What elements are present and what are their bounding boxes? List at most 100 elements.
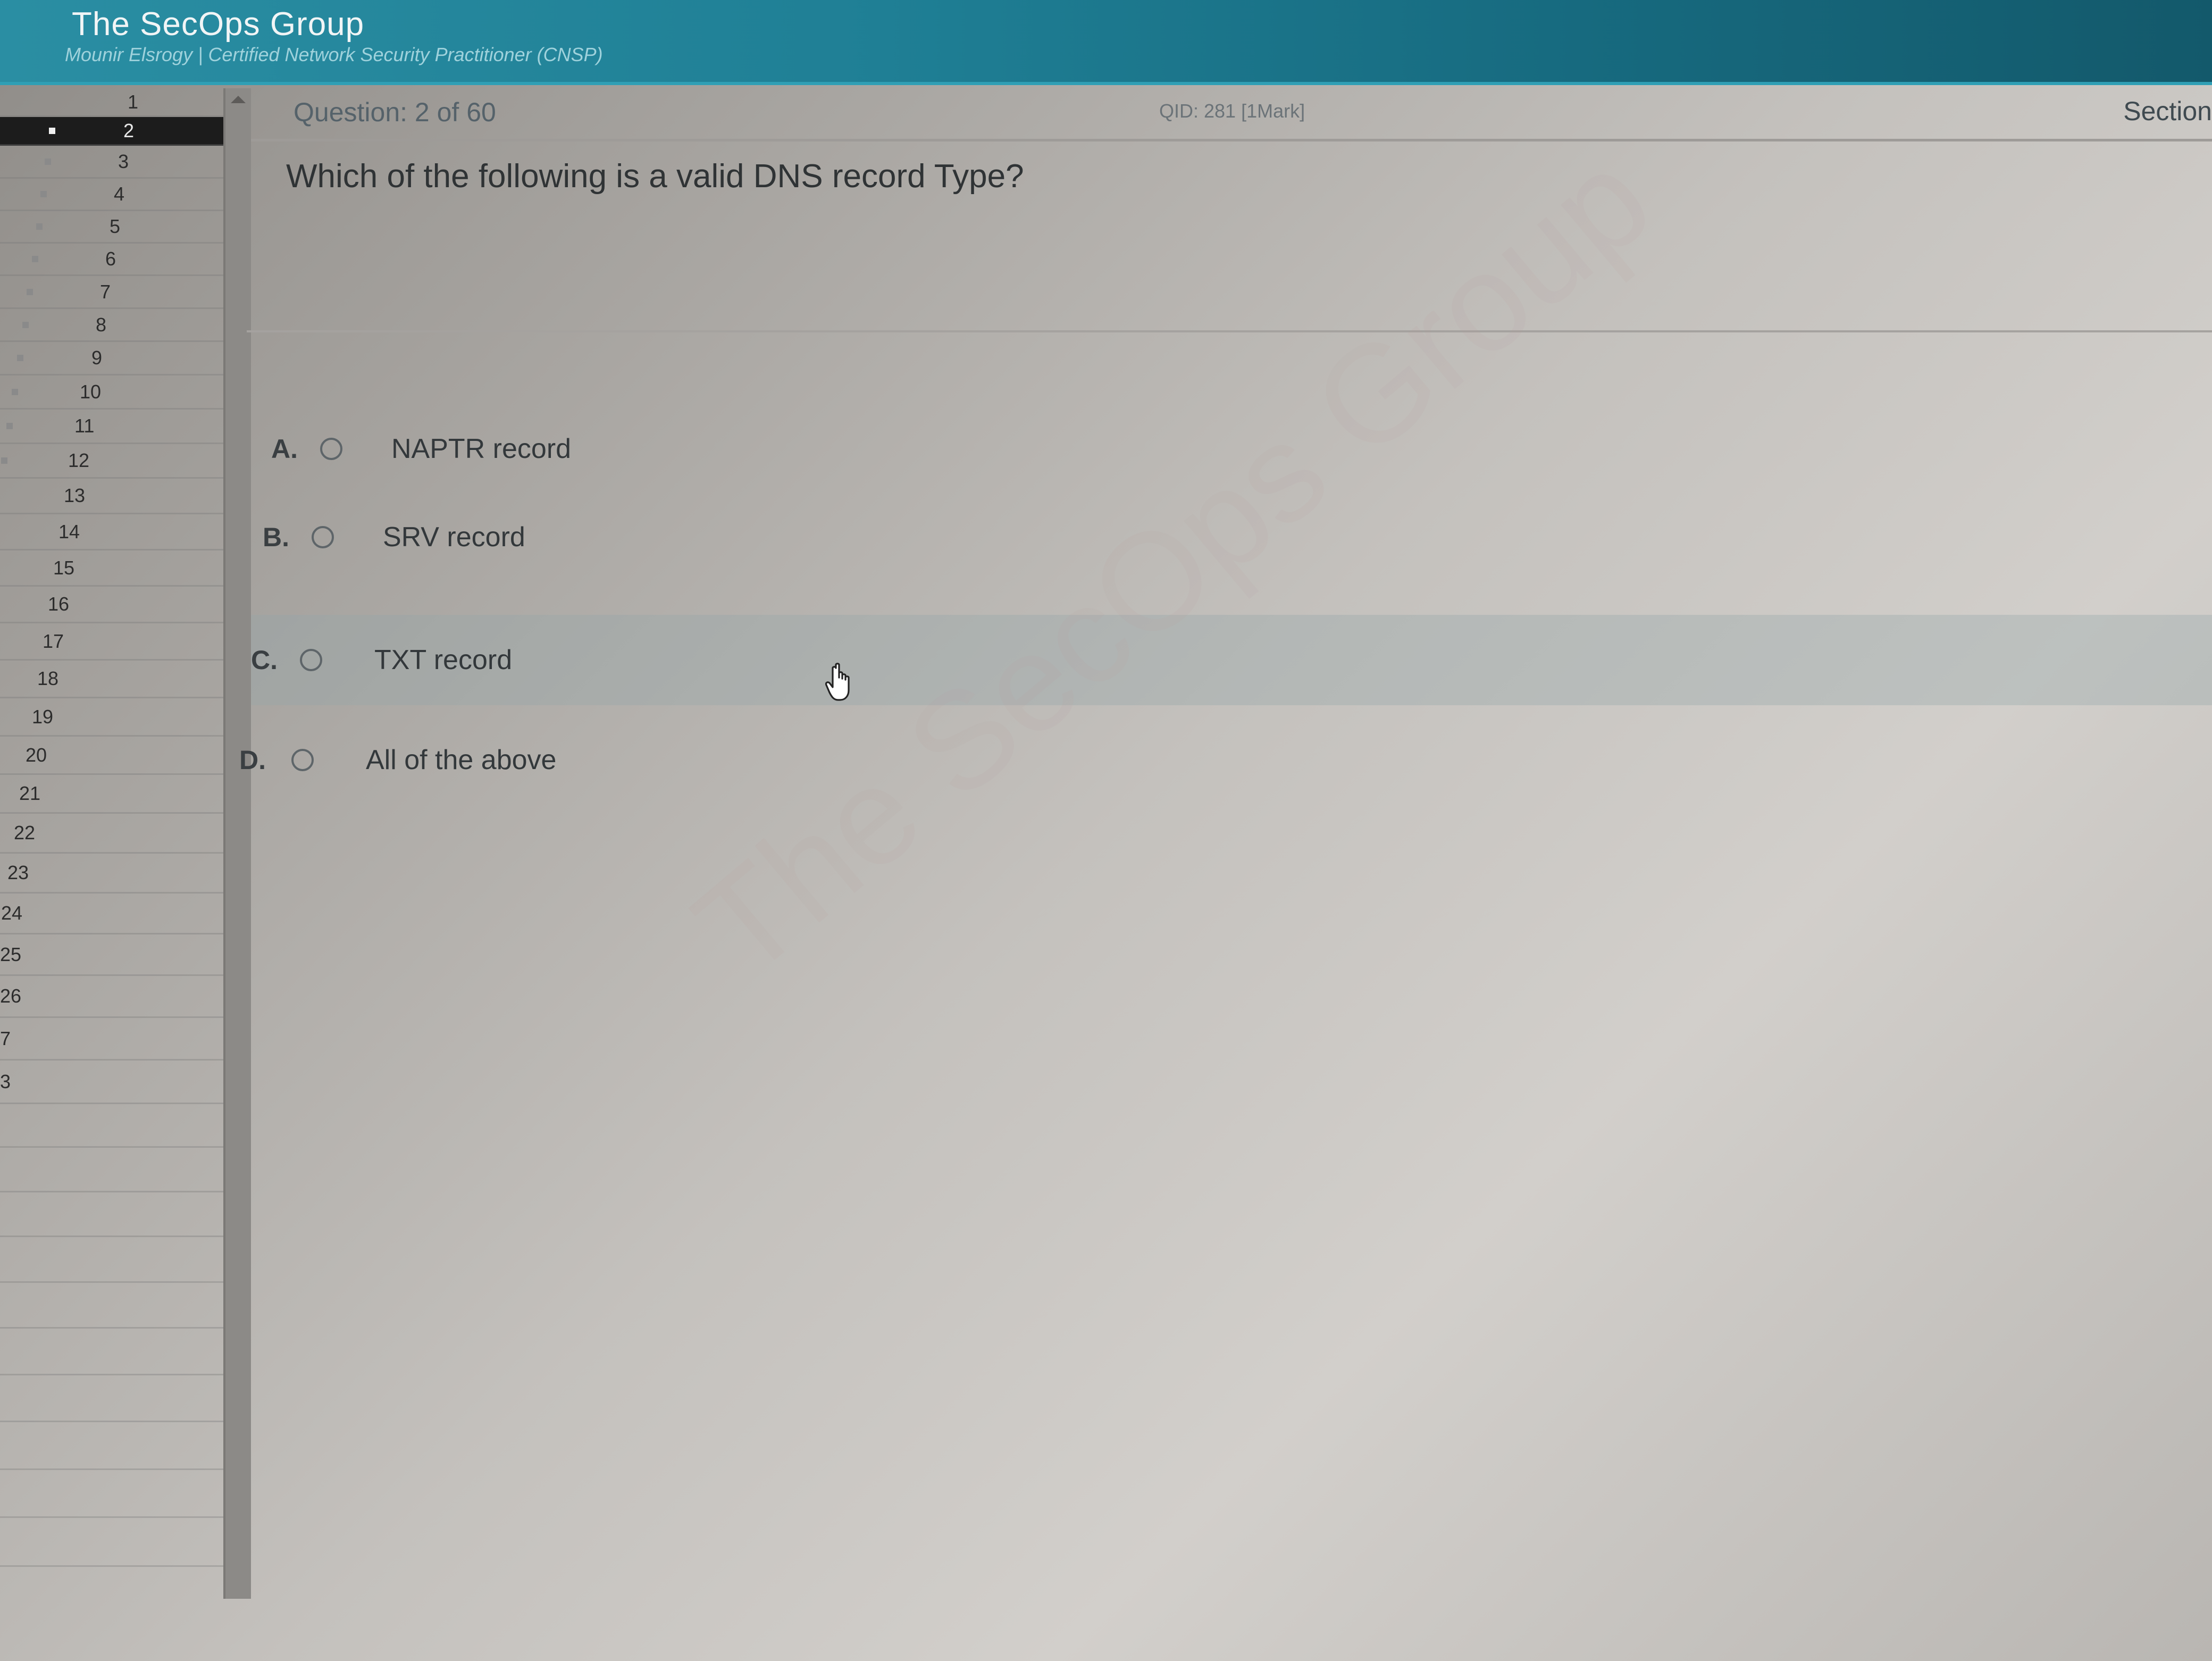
nav-item-label: 10 <box>80 380 102 403</box>
nav-item-10[interactable]: 10 <box>0 375 223 410</box>
unanswered-marker-icon <box>6 423 13 429</box>
app-header: The SecOps Group Mounir Elsrogy | Certif… <box>0 0 2212 85</box>
option-letter: C. <box>251 645 278 675</box>
nav-item-3[interactable]: 3 <box>0 146 223 179</box>
scroll-up-arrow-icon[interactable] <box>231 96 246 103</box>
unanswered-marker-icon <box>17 355 23 361</box>
radio-button-icon[interactable] <box>300 649 322 671</box>
nav-item-22[interactable]: 22 <box>0 814 223 854</box>
nav-item-17[interactable]: 17 <box>0 623 223 661</box>
nav-item-label: 11 <box>74 415 95 437</box>
nav-item-empty[interactable] <box>0 1283 223 1329</box>
question-toolbar: Question: 2 of 60 QID: 281 [1Mark] Secti… <box>251 88 2212 141</box>
nav-item-label: 4 <box>114 183 125 205</box>
question-text: Which of the following is a valid DNS re… <box>286 158 1024 195</box>
nav-item-4[interactable]: 4 <box>0 179 223 211</box>
nav-item-25[interactable]: 25 <box>0 934 223 976</box>
unanswered-marker-icon <box>1 457 7 464</box>
option-text: SRV record <box>383 522 525 553</box>
nav-item-label: 6 <box>105 248 116 270</box>
nav-item-label: 17 <box>43 630 64 652</box>
unanswered-marker-icon <box>27 288 33 295</box>
nav-item-23[interactable]: 23 <box>0 854 223 894</box>
option-d[interactable]: D. All of the above <box>239 672 2212 848</box>
question-divider <box>247 330 2212 332</box>
hand-pointer-icon <box>825 663 850 701</box>
option-letter: B. <box>263 522 289 552</box>
nav-item-label: 9 <box>91 347 103 369</box>
nav-item-5[interactable]: 5 <box>0 211 223 244</box>
exam-window: The SecOps Group Mounir Elsrogy | Certif… <box>0 0 2212 1661</box>
nav-item-label: 14 <box>58 520 80 542</box>
nav-item-empty[interactable] <box>0 1148 223 1192</box>
nav-item-27[interactable]: 7 <box>0 1018 223 1061</box>
nav-item-empty[interactable] <box>0 1329 223 1375</box>
question-navigator: 1 2 3 4 5 6 7 8 9 10 11 12 13 14 15 16 1… <box>0 88 229 1599</box>
nav-item-6[interactable]: 6 <box>0 244 223 276</box>
nav-item-label: 3 <box>0 1070 11 1092</box>
option-text: All of the above <box>366 745 557 775</box>
unanswered-marker-icon <box>22 321 29 328</box>
nav-item-empty[interactable] <box>0 1518 223 1567</box>
nav-item-label: 18 <box>37 667 59 689</box>
question-id: QID: 281 [1Mark] <box>1159 100 1305 122</box>
nav-item-12[interactable]: 12 <box>0 444 223 479</box>
nav-item-empty[interactable] <box>0 1470 223 1518</box>
nav-item-label: 16 <box>48 593 70 615</box>
nav-item-19[interactable]: 19 <box>0 698 223 737</box>
nav-item-empty[interactable] <box>0 1104 223 1148</box>
nav-item-label: 3 <box>118 150 129 172</box>
nav-item-empty[interactable] <box>0 1422 223 1470</box>
nav-item-18[interactable]: 18 <box>0 661 223 698</box>
nav-item-label: 13 <box>64 485 86 506</box>
unanswered-marker-icon <box>32 256 38 262</box>
question-panel: Question: 2 of 60 QID: 281 [1Mark] Secti… <box>239 88 2212 1661</box>
nav-item-label: 25 <box>0 943 22 965</box>
nav-item-label: 22 <box>14 822 36 844</box>
option-letter: A. <box>271 434 298 464</box>
radio-button-icon[interactable] <box>291 749 314 771</box>
nav-item-8[interactable]: 8 <box>0 309 223 342</box>
nav-item-21[interactable]: 21 <box>0 775 223 814</box>
section-label[interactable]: Section <box>2123 96 2212 127</box>
nav-item-7[interactable]: 7 <box>0 276 223 309</box>
unanswered-marker-icon <box>45 158 51 165</box>
question-counter: Question: 2 of 60 <box>294 97 496 127</box>
nav-item-label: 26 <box>0 985 22 1007</box>
nav-item-label: 5 <box>110 215 121 237</box>
nav-item-label: 7 <box>100 280 111 303</box>
nav-item-label: 23 <box>7 862 29 883</box>
nav-item-label: 8 <box>96 313 107 336</box>
candidate-subtitle: Mounir Elsrogy | Certified Network Secur… <box>65 44 603 65</box>
nav-item-28[interactable]: 3 <box>0 1061 223 1104</box>
nav-item-14[interactable]: 14 <box>0 514 223 550</box>
nav-item-24[interactable]: 24 <box>0 894 223 934</box>
nav-item-15[interactable]: 15 <box>0 550 223 587</box>
nav-item-13[interactable]: 13 <box>0 479 223 514</box>
nav-item-label: 21 <box>19 782 41 804</box>
nav-item-label: 7 <box>0 1027 11 1049</box>
navigator-scrollbar[interactable] <box>223 88 251 1599</box>
nav-item-empty[interactable] <box>0 1237 223 1283</box>
radio-button-icon[interactable] <box>320 438 342 460</box>
nav-item-label: 20 <box>26 744 47 766</box>
nav-item-2[interactable]: 2 <box>0 117 223 146</box>
option-text: TXT record <box>374 645 513 675</box>
nav-item-1[interactable]: 1 <box>0 88 223 117</box>
unanswered-marker-icon <box>40 191 47 197</box>
nav-item-11[interactable]: 11 <box>0 410 223 444</box>
nav-item-20[interactable]: 20 <box>0 737 223 775</box>
nav-item-label: 1 <box>128 90 139 113</box>
nav-item-empty[interactable] <box>0 1192 223 1237</box>
nav-item-16[interactable]: 16 <box>0 587 223 623</box>
nav-item-26[interactable]: 26 <box>0 976 223 1018</box>
option-letter: D. <box>239 745 266 775</box>
nav-item-label: 2 <box>123 119 135 141</box>
radio-button-icon[interactable] <box>312 526 334 548</box>
current-marker-icon <box>49 127 55 134</box>
nav-item-empty[interactable] <box>0 1375 223 1422</box>
option-text: NAPTR record <box>391 433 572 464</box>
nav-item-9[interactable]: 9 <box>0 342 223 375</box>
unanswered-marker-icon <box>36 223 43 230</box>
unanswered-marker-icon <box>12 388 18 395</box>
